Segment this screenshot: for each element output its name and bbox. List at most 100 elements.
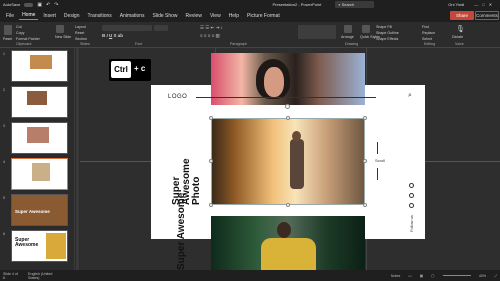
close-icon[interactable]: ✕ [489, 2, 492, 7]
tab-view[interactable]: View [207, 12, 224, 20]
resize-handle[interactable] [209, 159, 213, 163]
dictate-label: Dictate [452, 35, 464, 39]
logo-text: LOGO [168, 94, 188, 100]
resize-handle[interactable] [363, 203, 367, 207]
photo-man-sunset[interactable] [211, 118, 365, 205]
align-buttons[interactable]: ≡ ≡ ≡ ≡ ▥ [200, 33, 220, 39]
layout-button[interactable]: Layout [75, 25, 86, 29]
resize-handle[interactable] [286, 116, 290, 120]
slide-sorter-icon[interactable]: ▦ [420, 274, 423, 278]
thumbnail-number: 5 [3, 196, 5, 200]
zoom-level[interactable]: 40% [479, 274, 486, 278]
quick-styles-icon[interactable] [362, 25, 370, 33]
new-slide-icon[interactable] [56, 25, 64, 33]
tab-insert[interactable]: Insert [40, 12, 59, 20]
slide-thumbnail-5[interactable]: Super Awesome [11, 194, 68, 226]
slide-thumbnail-1[interactable] [11, 50, 68, 82]
normal-view-icon[interactable]: ▭ [408, 274, 411, 278]
tab-design[interactable]: Design [61, 12, 83, 20]
scroll-line-bottom [377, 168, 378, 180]
find-button[interactable]: Find [422, 25, 429, 29]
tab-help[interactable]: Help [226, 12, 242, 20]
undo-icon[interactable]: ↶ [46, 2, 50, 8]
slide-thumbnail-6[interactable]: Super Awesome [11, 230, 68, 262]
comments-button[interactable]: Comments [475, 11, 499, 20]
font-size-box[interactable] [154, 25, 168, 31]
search-placeholder: Search [341, 2, 355, 7]
slide-thumbnail-4[interactable] [11, 158, 68, 190]
paste-label: Paste [3, 37, 13, 41]
title-bar: AutoSave ▣ ↶ ↷ Presentation2 - PowerPoin… [0, 0, 500, 9]
section-button[interactable]: Section [75, 37, 87, 41]
social-icon-3 [409, 203, 414, 208]
slide-thumbnail-2[interactable] [11, 86, 68, 118]
resize-handle[interactable] [363, 159, 367, 163]
shape-outline-button[interactable]: Shape Outline [376, 31, 399, 35]
microphone-icon[interactable]: 🎙 [456, 25, 465, 33]
ribbon: Paste Cut Copy Format Painter Clipboard … [0, 22, 500, 48]
clipboard-group-label: Clipboard [16, 42, 32, 46]
arrange-icon[interactable] [344, 25, 352, 33]
thumbnail-5-title: Super Awesome [15, 209, 50, 214]
follow-us-label: Follow us [409, 215, 414, 232]
resize-handle[interactable] [363, 116, 367, 120]
replace-button[interactable]: Replace [422, 31, 435, 35]
select-button[interactable]: Select [422, 37, 432, 41]
search-box[interactable]: ⌕ Search [335, 1, 375, 8]
font-style-buttons[interactable]: B I U S ab [102, 33, 123, 38]
shape-effects-button[interactable]: Shape Effects [376, 37, 398, 41]
slides-group-label: Slides [80, 42, 90, 46]
minimize-icon[interactable]: — [474, 2, 478, 7]
ctrl-key: Ctrl [111, 61, 131, 78]
plus-c-label: + c [134, 64, 146, 73]
shapes-gallery[interactable] [298, 25, 336, 39]
maximize-icon[interactable]: □ [482, 2, 484, 7]
autosave-toggle[interactable] [24, 2, 34, 7]
tab-file[interactable]: File [3, 12, 17, 20]
redo-icon[interactable]: ↷ [54, 2, 58, 8]
social-icon-1 [409, 183, 414, 188]
tab-review[interactable]: Review [183, 12, 205, 20]
tab-picture-format[interactable]: Picture Format [244, 12, 283, 20]
thumbnail-number: 6 [3, 232, 5, 236]
voice-group-label: Voice [455, 42, 464, 46]
save-icon[interactable]: ▣ [37, 2, 42, 8]
slide-title[interactable]: Super Awesome Photo [171, 105, 202, 205]
resize-handle[interactable] [209, 203, 213, 207]
thumbnail-number: 3 [3, 124, 5, 128]
paragraph-group-label: Paragraph [230, 42, 247, 46]
reading-view-icon[interactable]: ▢ [431, 274, 434, 278]
format-painter-button[interactable]: Format Painter [16, 37, 40, 41]
tab-animations[interactable]: Animations [117, 12, 148, 20]
rotate-handle[interactable] [285, 104, 290, 109]
reset-button[interactable]: Reset [75, 31, 84, 35]
autosave-label: AutoSave [3, 2, 21, 7]
notes-button[interactable]: Notes [391, 274, 400, 278]
share-label: Share [455, 13, 468, 18]
thumbnail-number: 2 [3, 88, 5, 92]
tab-home[interactable]: Home [19, 11, 39, 20]
tab-slide-show[interactable]: Slide Show [150, 12, 181, 20]
cut-button[interactable]: Cut [16, 25, 22, 29]
search-icon: ⌕ [408, 92, 412, 99]
resize-handle[interactable] [286, 203, 290, 207]
font-name-box[interactable] [102, 25, 152, 31]
language-indicator[interactable]: English (United States) [28, 272, 63, 280]
shape-fill-button[interactable]: Shape Fill [376, 25, 392, 29]
user-name: Oni Yindi [448, 2, 465, 7]
share-button[interactable]: Share [450, 11, 474, 20]
copy-button[interactable]: Copy [16, 31, 24, 35]
tab-transitions[interactable]: Transitions [85, 12, 115, 20]
paste-icon[interactable] [4, 25, 12, 35]
resize-handle[interactable] [209, 116, 213, 120]
fit-slide-icon[interactable]: ⤢ [494, 274, 497, 278]
scroll-label: Scroll [375, 158, 386, 163]
zoom-slider[interactable] [442, 275, 471, 276]
thumbnail-scrollbar[interactable] [76, 48, 79, 270]
thumbnail-number: 1 [3, 52, 5, 56]
slide-thumbnail-pane: 1 2 3 4 5 Super Awesome 6 Super Awesome [0, 48, 75, 270]
paragraph-buttons[interactable]: ☰ ☰ ⇤ ⇥ ↕ [200, 25, 223, 31]
photo-man-yellow[interactable] [211, 216, 365, 270]
slide-thumbnail-3[interactable] [11, 122, 68, 154]
drawing-group-label: Drawing [345, 42, 359, 46]
